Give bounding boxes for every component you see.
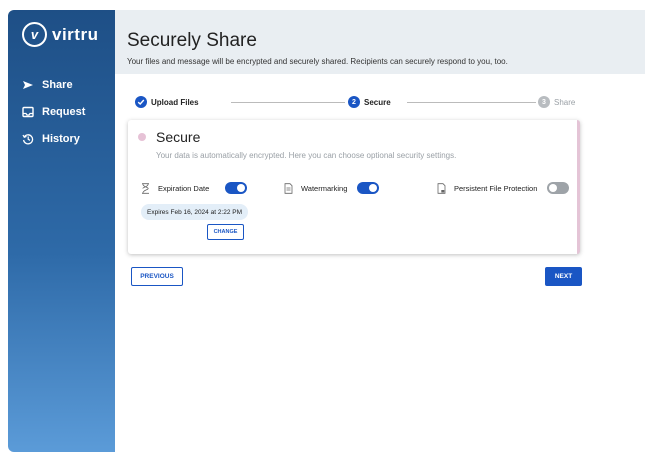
- send-icon: [22, 79, 34, 91]
- stepper: Upload Files 2 Secure 3 Share: [135, 96, 577, 110]
- card-title-text: Secure: [156, 129, 201, 145]
- step-upload-files[interactable]: Upload Files: [135, 96, 199, 108]
- toggle-knob: [237, 184, 246, 192]
- app-logo[interactable]: v virtru: [22, 22, 98, 47]
- step-share[interactable]: 3 Share: [536, 96, 576, 108]
- option-label: Watermarking: [301, 183, 348, 193]
- option-label: Expiration Date: [158, 183, 210, 193]
- watermarking-toggle[interactable]: [357, 182, 380, 194]
- toggle-knob: [369, 184, 378, 192]
- expiration-toggle[interactable]: [225, 182, 248, 194]
- step-number: 2: [348, 96, 360, 108]
- sidebar: v virtru Share Request History: [8, 10, 115, 452]
- option-expiration-date: Expiration Date: [141, 182, 248, 194]
- sidebar-nav: Share Request History: [22, 71, 85, 152]
- sidebar-item-label: Request: [42, 105, 86, 118]
- sidebar-item-request[interactable]: Request: [22, 98, 85, 125]
- option-label: Persistent File Protection: [454, 183, 538, 193]
- file-lock-icon: [437, 182, 446, 194]
- document-icon: [284, 182, 293, 194]
- next-button[interactable]: NEXT: [545, 267, 582, 286]
- inbox-icon: [22, 106, 34, 118]
- option-watermarking: Watermarking: [284, 182, 380, 194]
- expiration-chip: Expires Feb 16, 2024 at 2:22 PM: [141, 204, 249, 220]
- logo-text: virtru: [52, 24, 99, 44]
- step-secure[interactable]: 2 Secure: [345, 96, 391, 108]
- previous-button[interactable]: PREVIOUS: [131, 267, 183, 286]
- sidebar-item-label: Share: [42, 78, 73, 91]
- history-icon: [22, 133, 34, 145]
- secure-card: Secure Your data is automatically encryp…: [128, 120, 580, 254]
- main-panel: Securely Share Your files and message wi…: [115, 10, 645, 452]
- logo-mark: v: [22, 22, 47, 47]
- step-label: Secure: [364, 97, 391, 107]
- step-number: 3: [538, 96, 550, 108]
- persistent-protection-toggle[interactable]: [547, 182, 570, 194]
- page-header: Securely Share Your files and message wi…: [115, 10, 645, 74]
- toggle-knob: [549, 184, 558, 192]
- page-subtitle: Your files and message will be encrypted…: [127, 57, 508, 66]
- option-persistent-file-protection: Persistent File Protection: [437, 182, 570, 194]
- change-button[interactable]: CHANGE: [207, 224, 244, 240]
- status-dot: [138, 133, 146, 141]
- stepper-line: [231, 102, 355, 103]
- sidebar-item-history[interactable]: History: [22, 125, 85, 152]
- check-icon: [135, 96, 147, 108]
- hourglass-icon: [142, 182, 149, 194]
- stepper-line: [407, 102, 537, 103]
- sidebar-item-share[interactable]: Share: [22, 71, 85, 98]
- card-title: Secure: [138, 129, 200, 145]
- page-title: Securely Share: [127, 30, 257, 51]
- sidebar-item-label: History: [42, 132, 80, 145]
- step-label: Share: [554, 97, 576, 107]
- card-description: Your data is automatically encrypted. He…: [156, 151, 457, 160]
- step-label: Upload Files: [151, 97, 199, 107]
